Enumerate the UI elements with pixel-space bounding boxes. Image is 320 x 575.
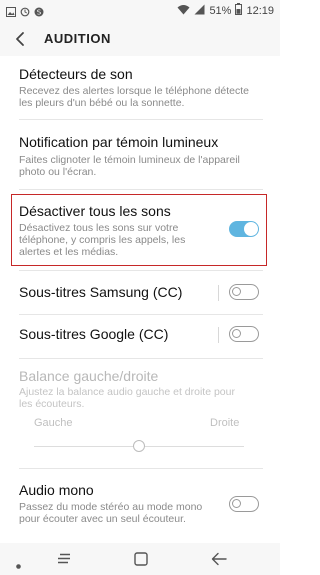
setting-title: Détecteurs de son bbox=[19, 66, 133, 82]
home-icon[interactable] bbox=[134, 552, 148, 571]
setting-title: Audio mono bbox=[19, 482, 94, 498]
setting-title: Désactiver tous les sons bbox=[19, 203, 171, 219]
samsung-icon: S bbox=[34, 4, 44, 22]
divider bbox=[19, 189, 263, 190]
setting-subtitle: Ajustez la balance audio gauche et droit… bbox=[19, 386, 235, 410]
balance-slider-thumb[interactable] bbox=[133, 440, 145, 452]
setting-title: Sous-titres Google (CC) bbox=[19, 326, 169, 342]
chevron-left-icon[interactable] bbox=[12, 30, 30, 48]
setting-samsung-subtitles[interactable]: Sous-titres Samsung (CC) bbox=[0, 272, 280, 312]
setting-mono-audio[interactable]: Audio mono Passez du mode stéréo au mode… bbox=[0, 470, 280, 540]
divider bbox=[19, 468, 263, 469]
setting-title: Notification par témoin lumineux bbox=[19, 134, 219, 150]
setting-mute-all[interactable]: Désactiver tous les sons Désactivez tous… bbox=[0, 196, 280, 264]
clock: 12:19 bbox=[246, 4, 274, 17]
mute-all-toggle[interactable] bbox=[229, 221, 259, 237]
google-subtitles-toggle[interactable] bbox=[229, 326, 259, 342]
dot-icon bbox=[16, 556, 21, 574]
balance-left-label: Gauche bbox=[34, 417, 73, 429]
wifi-icon bbox=[177, 4, 190, 18]
setting-subtitle: Passez du mode stéréo au mode mono pour … bbox=[19, 501, 203, 525]
vertical-separator bbox=[218, 327, 219, 343]
battery-icon bbox=[235, 3, 243, 18]
toggle-knob bbox=[232, 287, 241, 296]
setting-subtitle: Désactivez tous les sons sur votre télép… bbox=[19, 222, 186, 258]
recent-apps-icon[interactable] bbox=[57, 552, 71, 570]
mono-audio-toggle[interactable] bbox=[229, 496, 259, 512]
toggle-knob bbox=[244, 222, 258, 236]
navigation-bar bbox=[0, 543, 280, 575]
gallery-icon bbox=[6, 4, 16, 22]
setting-subtitle: Recevez des alertes lorsque le téléphone… bbox=[19, 85, 249, 109]
balance-right-label: Droite bbox=[210, 417, 240, 429]
status-bar: S 51% 12:19 bbox=[0, 0, 280, 22]
settings-list: Détecteurs de son Recevez des alertes lo… bbox=[0, 56, 280, 543]
setting-flash-notification[interactable]: Notification par témoin lumineux Faites … bbox=[0, 120, 280, 190]
toggle-knob bbox=[232, 499, 241, 508]
signal-icon bbox=[194, 4, 205, 18]
svg-text:S: S bbox=[37, 9, 42, 17]
setting-subtitle: Faites clignoter le témoin lumineux de l… bbox=[19, 154, 240, 178]
toggle-knob bbox=[232, 329, 241, 338]
back-icon[interactable] bbox=[211, 552, 227, 571]
setting-google-subtitles[interactable]: Sous-titres Google (CC) bbox=[0, 316, 280, 356]
setting-title: Balance gauche/droite bbox=[19, 368, 159, 384]
page-title: AUDITION bbox=[44, 31, 111, 46]
divider bbox=[19, 314, 263, 315]
samsung-subtitles-toggle[interactable] bbox=[229, 284, 259, 300]
battery-percentage: 51% bbox=[209, 4, 232, 17]
vertical-separator bbox=[218, 285, 219, 301]
divider bbox=[19, 270, 263, 271]
setting-sound-detectors[interactable]: Détecteurs de son Recevez des alertes lo… bbox=[0, 56, 280, 118]
divider bbox=[19, 358, 263, 359]
setting-title: Sous-titres Samsung (CC) bbox=[19, 284, 183, 300]
app-bar: AUDITION bbox=[0, 22, 280, 56]
sync-icon bbox=[20, 4, 30, 22]
